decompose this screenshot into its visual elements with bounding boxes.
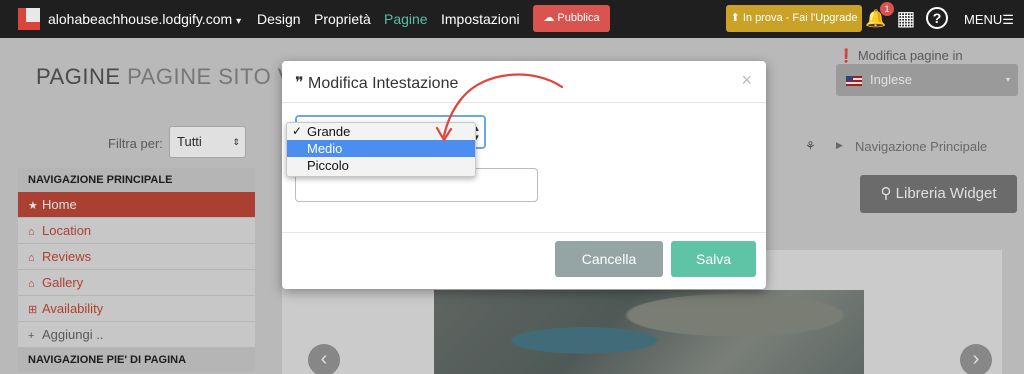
notification-badge: 1 — [880, 2, 894, 16]
option-piccolo[interactable]: Piccolo — [287, 157, 475, 174]
help-icon[interactable]: ? — [926, 7, 948, 29]
nav-pagine[interactable]: Pagine — [384, 11, 428, 27]
lodgify-logo[interactable] — [18, 8, 40, 30]
top-navigation-bar: alohabeachhouse.lodgify.com ▾ Design Pro… — [0, 0, 1024, 38]
nav-proprieta[interactable]: Proprietà — [314, 11, 371, 27]
chevron-down-icon: ▾ — [236, 16, 242, 27]
modal-footer: Cancella Salva — [282, 232, 766, 289]
option-label: Medio — [307, 141, 343, 156]
nav-design[interactable]: Design — [257, 11, 301, 27]
annotation-arrow — [435, 73, 564, 142]
option-label: Piccolo — [307, 158, 349, 173]
nav-impostazioni[interactable]: Impostazioni — [441, 11, 520, 27]
option-label: Grande — [307, 124, 351, 139]
checkmark-icon: ✓ — [292, 124, 303, 138]
save-button[interactable]: Salva — [671, 241, 756, 277]
site-selector[interactable]: alohabeachhouse.lodgify.com ▾ — [48, 11, 241, 27]
cancel-button[interactable]: Cancella — [555, 241, 663, 277]
upgrade-button[interactable]: ⬆ In prova - Fai l'Upgrade — [726, 5, 862, 32]
close-icon[interactable]: × — [741, 70, 752, 91]
calendar-icon[interactable]: ▦ — [893, 6, 919, 32]
menu-button[interactable]: MENU☰ — [964, 12, 1014, 28]
publish-button[interactable]: ☁ Pubblica — [533, 5, 610, 32]
site-name: alohabeachhouse.lodgify.com — [48, 11, 233, 27]
